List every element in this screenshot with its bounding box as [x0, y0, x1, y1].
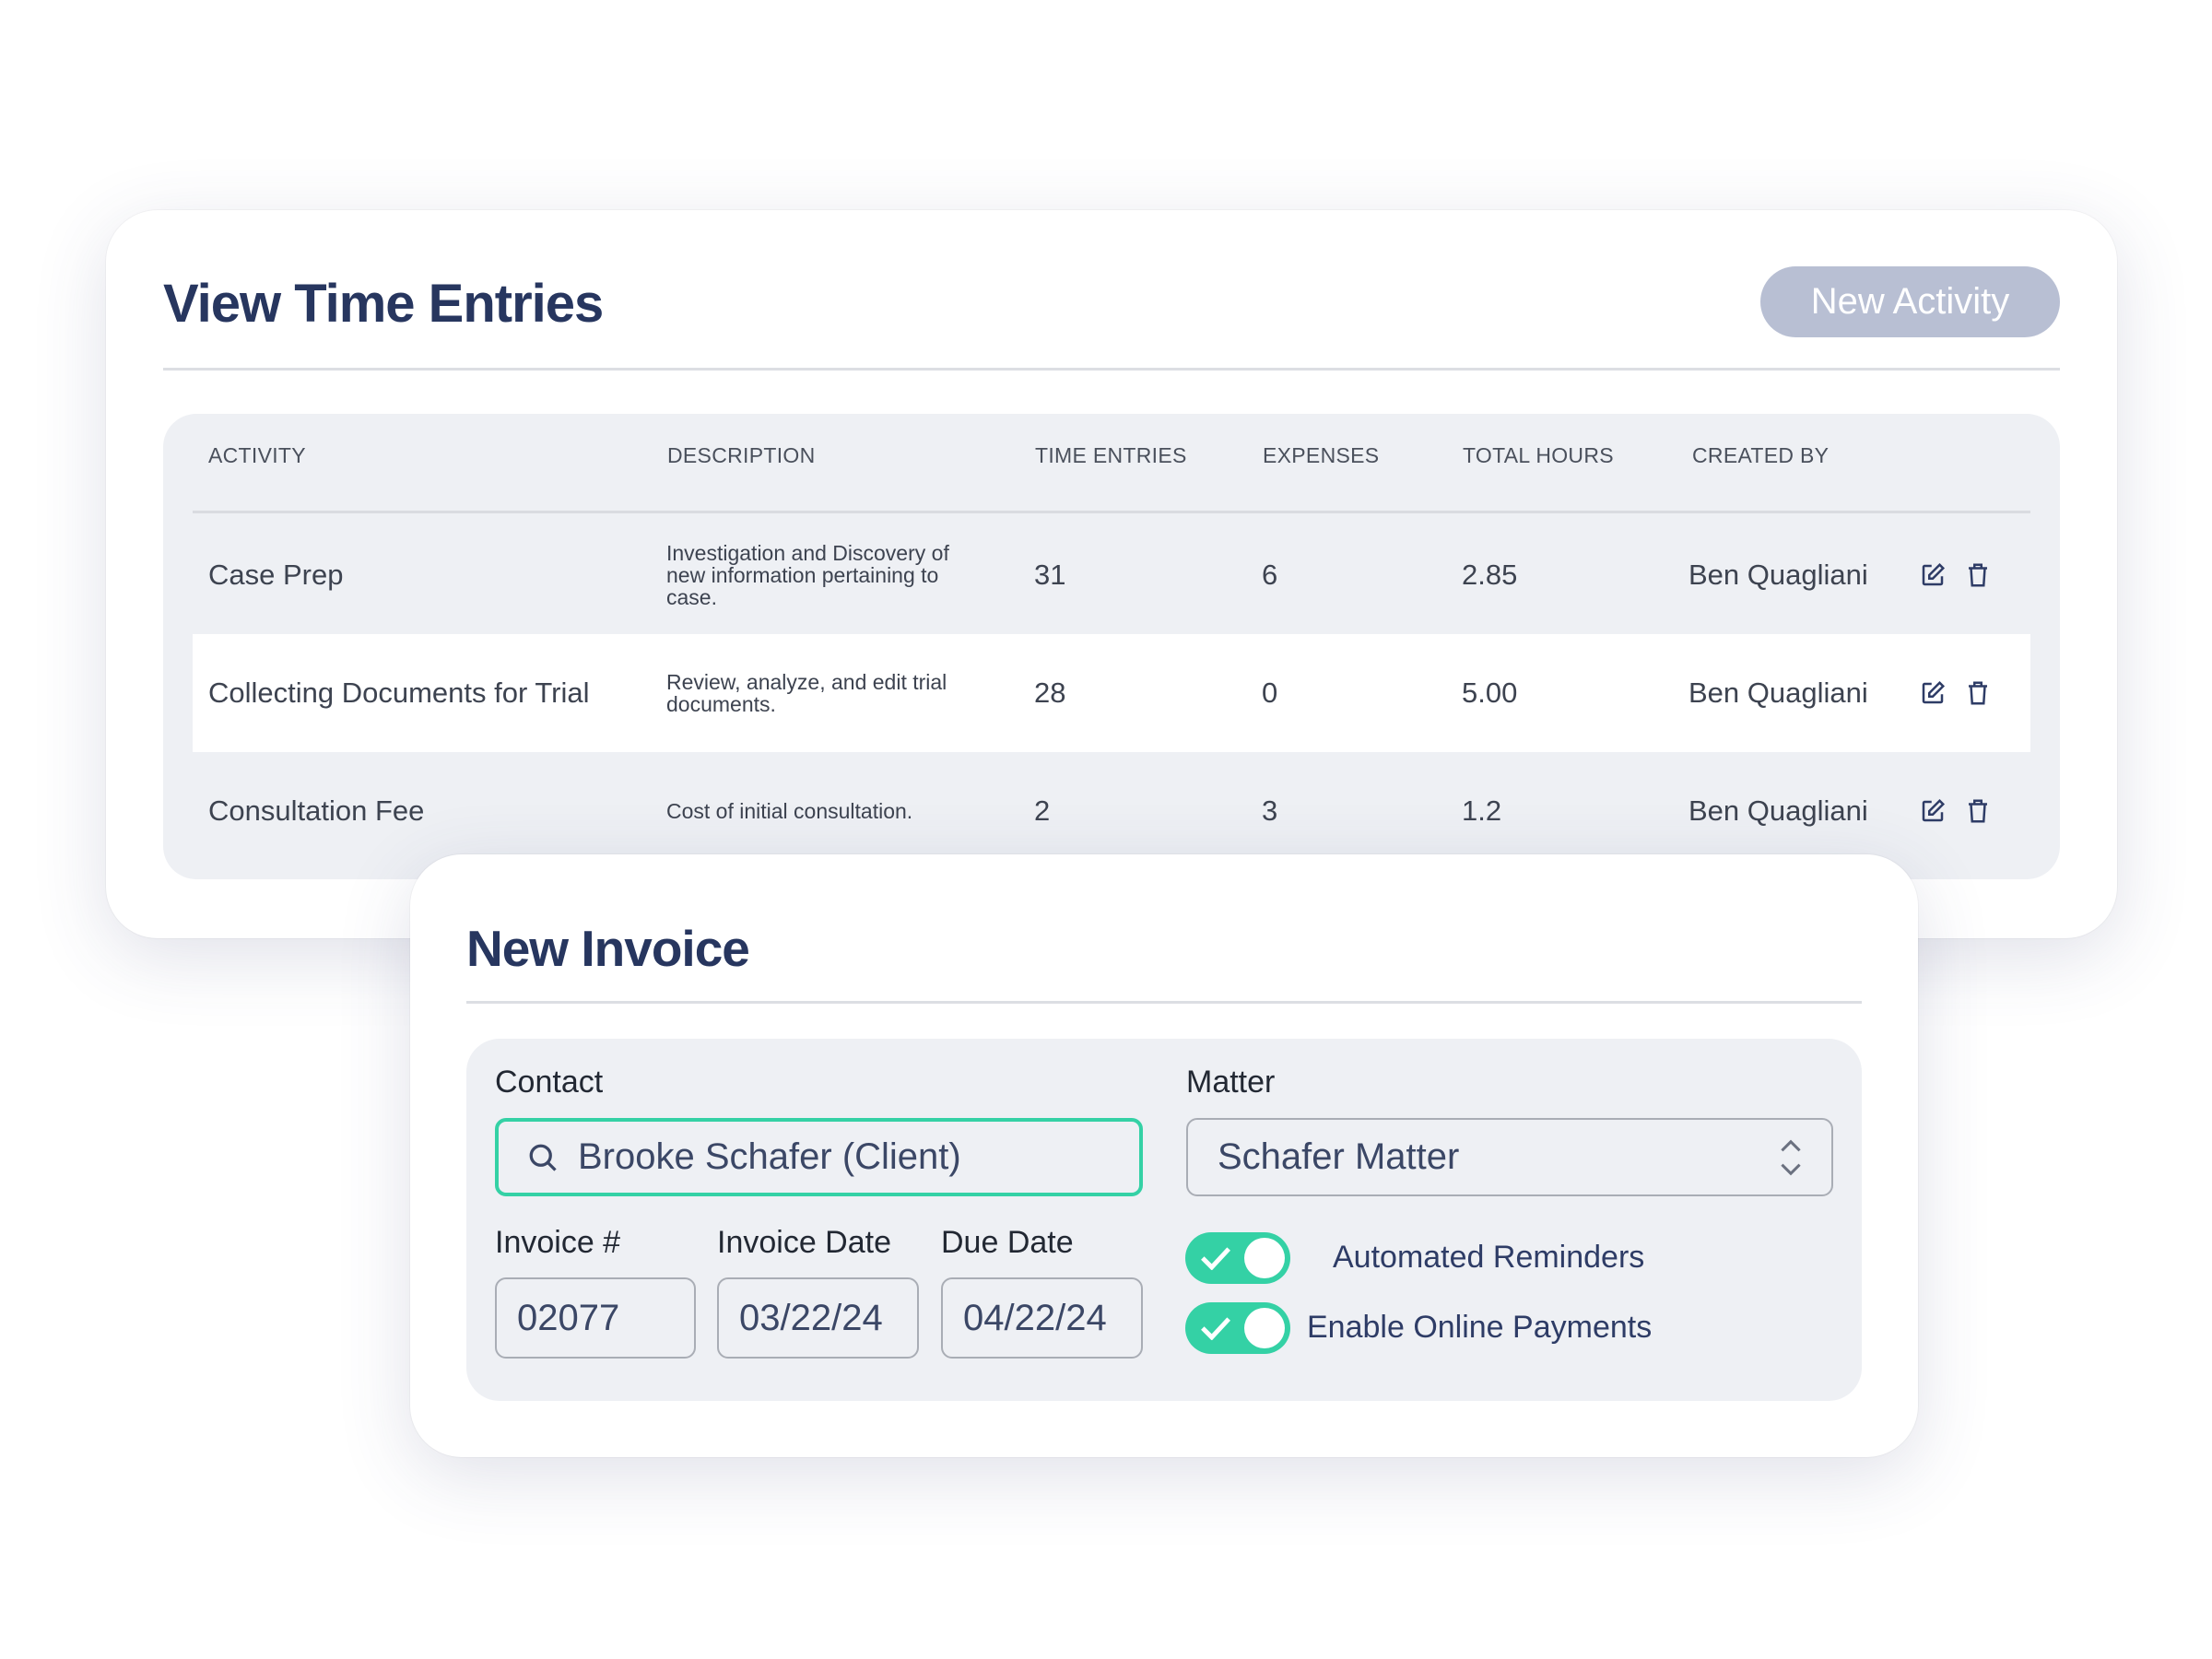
check-icon: [1201, 1317, 1230, 1340]
expenses-cell: 3: [1262, 794, 1278, 827]
expenses-cell: 6: [1262, 559, 1278, 591]
col-created-by[interactable]: CREATED BY: [1692, 443, 1829, 468]
activity-cell: Collecting Documents for Trial: [208, 677, 590, 709]
automated-reminders-toggle[interactable]: [1185, 1232, 1290, 1284]
invoice-date-input[interactable]: 03/22/24: [717, 1277, 919, 1359]
description-cell: Cost of initial consultation.: [666, 799, 913, 823]
table-header: ACTIVITY DESCRIPTION TIME ENTRIES EXPENS…: [193, 414, 2030, 513]
col-time-entries[interactable]: TIME ENTRIES: [1035, 443, 1187, 468]
created-by-cell: Ben Quagliani: [1688, 559, 1868, 591]
time-entries-card: View Time Entries New Activity ACTIVITY …: [106, 210, 2117, 938]
new-activity-button[interactable]: New Activity: [1760, 266, 2060, 337]
table-row[interactable]: Collecting Documents for Trial Review, a…: [193, 634, 2030, 752]
online-payments-toggle[interactable]: [1185, 1302, 1290, 1354]
description-cell: Review, analyze, and edit trial document…: [666, 670, 947, 716]
time-entries-cell: 28: [1034, 677, 1066, 709]
new-invoice-card: New Invoice Contact Brooke Schafer (Clie…: [410, 854, 1918, 1457]
edit-icon[interactable]: [1919, 797, 1947, 825]
invoice-form: Contact Brooke Schafer (Client) Matter S…: [466, 1039, 1862, 1401]
col-expenses[interactable]: EXPENSES: [1263, 443, 1379, 468]
edit-icon[interactable]: [1919, 679, 1947, 707]
invoice-number-label: Invoice #: [495, 1225, 621, 1260]
toggle-knob: [1244, 1308, 1285, 1348]
contact-search-input[interactable]: Brooke Schafer (Client): [495, 1118, 1143, 1196]
table-row[interactable]: Case Prep Investigation and Discovery of…: [193, 516, 2030, 634]
divider: [466, 1001, 1862, 1004]
chevron-up-down-icon: [1781, 1139, 1801, 1176]
invoice-date-label: Invoice Date: [717, 1225, 891, 1260]
table-row[interactable]: Consultation Fee Cost of initial consult…: [193, 752, 2030, 870]
check-icon: [1201, 1247, 1230, 1270]
description-cell: Investigation and Discovery of new infor…: [666, 541, 949, 609]
time-entries-cell: 2: [1034, 794, 1051, 827]
created-by-cell: Ben Quagliani: [1688, 794, 1868, 827]
time-entries-table: ACTIVITY DESCRIPTION TIME ENTRIES EXPENS…: [163, 414, 2060, 879]
matter-select[interactable]: Schafer Matter: [1186, 1118, 1833, 1196]
col-activity[interactable]: ACTIVITY: [208, 443, 306, 468]
page-title: View Time Entries: [163, 274, 604, 334]
matter-label: Matter: [1186, 1065, 1276, 1100]
col-total-hours[interactable]: TOTAL HOURS: [1463, 443, 1614, 468]
trash-icon[interactable]: [1964, 561, 1992, 589]
due-date-input[interactable]: 04/22/24: [941, 1277, 1143, 1359]
matter-value: Schafer Matter: [1218, 1136, 1460, 1177]
online-payments-label: Enable Online Payments: [1307, 1310, 1653, 1345]
trash-icon[interactable]: [1964, 797, 1992, 825]
created-by-cell: Ben Quagliani: [1688, 677, 1868, 709]
edit-icon[interactable]: [1919, 561, 1947, 589]
invoice-title: New Invoice: [466, 920, 750, 977]
total-hours-cell: 1.2: [1462, 794, 1502, 827]
toggle-knob: [1244, 1238, 1285, 1278]
expenses-cell: 0: [1262, 677, 1278, 709]
invoice-number-input[interactable]: 02077: [495, 1277, 696, 1359]
activity-cell: Case Prep: [208, 559, 344, 591]
contact-label: Contact: [495, 1065, 604, 1100]
divider: [163, 368, 2060, 371]
automated-reminders-label: Automated Reminders: [1333, 1240, 1645, 1275]
due-date-label: Due Date: [941, 1225, 1074, 1260]
contact-value: Brooke Schafer (Client): [578, 1136, 961, 1177]
search-icon: [529, 1144, 557, 1171]
total-hours-cell: 2.85: [1462, 559, 1518, 591]
col-description[interactable]: DESCRIPTION: [667, 443, 815, 468]
trash-icon[interactable]: [1964, 679, 1992, 707]
total-hours-cell: 5.00: [1462, 677, 1518, 709]
activity-cell: Consultation Fee: [208, 794, 425, 827]
time-entries-cell: 31: [1034, 559, 1066, 591]
